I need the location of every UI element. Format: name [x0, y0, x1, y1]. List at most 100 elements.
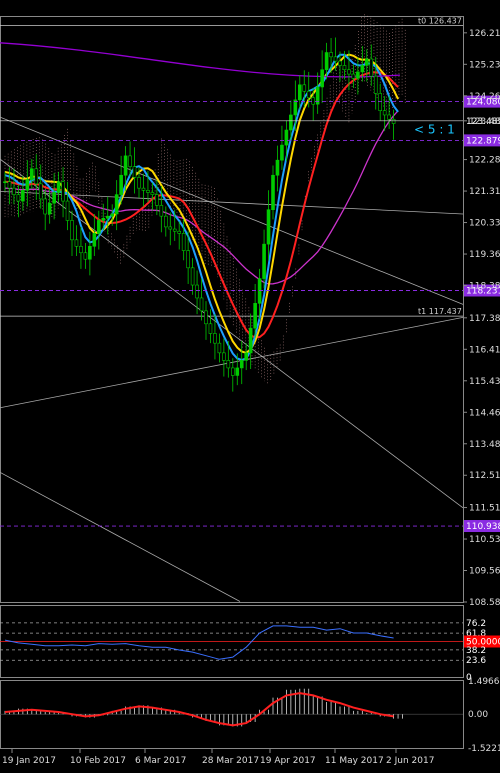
- price-tick-label: 112.510: [469, 471, 500, 481]
- candle-body: [114, 194, 119, 215]
- candle-body: [208, 323, 213, 334]
- candle-body: [3, 181, 7, 183]
- candle-body: [387, 114, 391, 120]
- candle-body: [110, 213, 114, 217]
- candle-body: [79, 245, 83, 254]
- candle-body: [159, 205, 164, 217]
- price-tick-label: 115.435: [469, 377, 500, 387]
- candle-body: [284, 129, 289, 146]
- price-tick-label: 116.410: [469, 345, 500, 355]
- candle-body: [262, 243, 266, 279]
- candle-body: [123, 155, 128, 176]
- candle-body: [302, 84, 307, 92]
- price-tick-label: 120.335: [469, 219, 500, 229]
- candle-body: [391, 118, 396, 124]
- candle-body: [186, 250, 190, 269]
- candle-body: [56, 181, 61, 193]
- candle-body: [34, 168, 39, 185]
- ratio-label: < 5 : 1: [414, 122, 455, 136]
- price-tick-label: 117.385: [469, 314, 500, 324]
- candle-body: [360, 65, 365, 73]
- candle-body: [356, 71, 360, 79]
- price-tick-label: 123.485: [469, 117, 500, 127]
- candle-body: [177, 230, 181, 234]
- candle-body: [293, 99, 298, 116]
- candle-body: [61, 181, 65, 202]
- level-tag-label: 110.938: [466, 522, 500, 532]
- level-tag-label: 122.879: [466, 136, 500, 146]
- candle-body: [150, 192, 155, 195]
- candle-body: [257, 278, 262, 304]
- candle-body: [132, 166, 137, 178]
- price-tick-label: 121.310: [469, 187, 500, 197]
- candle-body: [137, 177, 141, 189]
- price-tick-label: 109.560: [469, 567, 500, 577]
- candle-body: [190, 267, 195, 286]
- candle-body: [382, 110, 387, 116]
- candle-body: [239, 360, 244, 369]
- candle-body: [275, 159, 280, 176]
- candle-body: [271, 174, 275, 210]
- candle-body: [324, 52, 329, 71]
- candle-body: [128, 155, 132, 167]
- candle-body: [351, 73, 356, 79]
- candle-body: [244, 352, 248, 361]
- candle-body: [146, 190, 150, 193]
- candle-body: [181, 233, 186, 251]
- candle-body: [204, 310, 208, 325]
- candle-body: [213, 333, 217, 344]
- candle-body: [222, 352, 226, 361]
- date-tick-label: 28 Mar 2017: [202, 756, 259, 766]
- price-tick-label: 124.260: [469, 92, 500, 102]
- price-tick-label: 111.510: [469, 504, 500, 514]
- candle-body: [320, 69, 324, 88]
- price-tick-label: 119.360: [469, 250, 500, 260]
- price-tick-label: 126.210: [469, 29, 500, 39]
- price-tick-label: 114.460: [469, 408, 500, 418]
- chart-root: t0 126.437 t1 117.437 124.080 123.485 122.8…: [0, 0, 500, 769]
- candle-body: [88, 245, 92, 260]
- candle-body: [105, 215, 110, 219]
- candle-body: [266, 209, 271, 245]
- candle-body: [12, 187, 16, 195]
- candle-body: [65, 200, 70, 221]
- candle-body: [47, 202, 52, 215]
- candle-body: [119, 174, 123, 195]
- candle-body: [248, 327, 253, 354]
- candle-body: [306, 90, 311, 99]
- date-tick-label: 2 Jun 2017: [386, 756, 434, 766]
- candle-body: [297, 84, 302, 101]
- candle-body: [83, 252, 88, 260]
- candle-body: [25, 179, 30, 191]
- price-tick-label: 122.285: [469, 156, 500, 166]
- candle-body: [101, 217, 106, 221]
- candle-body: [347, 69, 351, 75]
- candle-body: [92, 233, 97, 247]
- candle-body: [155, 194, 159, 206]
- macd-tick-label: 1.4966: [468, 677, 500, 687]
- candle-body: [235, 367, 240, 376]
- candle-body: [29, 168, 34, 180]
- candle-body: [369, 58, 374, 77]
- candle-body: [364, 58, 369, 66]
- osc-tick-label: 76.2: [466, 619, 486, 629]
- osc-tick-label: 38.2: [466, 646, 486, 656]
- osc-tick-label: 23.6: [466, 656, 486, 666]
- candle-body: [70, 220, 74, 241]
- candle-body: [141, 187, 146, 191]
- macd-tick-label: 0.00: [468, 710, 488, 720]
- price-tick-label: 110.535: [469, 535, 500, 545]
- candle-body: [338, 60, 342, 66]
- date-tick-label: 19 Jan 2017: [2, 756, 56, 766]
- macd-tick-label: -1.5221: [468, 744, 500, 754]
- candle-body: [74, 239, 79, 247]
- candle-body: [253, 303, 257, 329]
- price-tick-label: 113.485: [469, 440, 500, 450]
- candle-body: [21, 190, 25, 202]
- candle-body: [164, 215, 168, 228]
- candle-body: [7, 181, 12, 189]
- candle-body: [329, 52, 333, 58]
- candle-body: [373, 75, 378, 94]
- price-tick-label: 118.385: [469, 282, 500, 292]
- candle-body: [168, 226, 173, 230]
